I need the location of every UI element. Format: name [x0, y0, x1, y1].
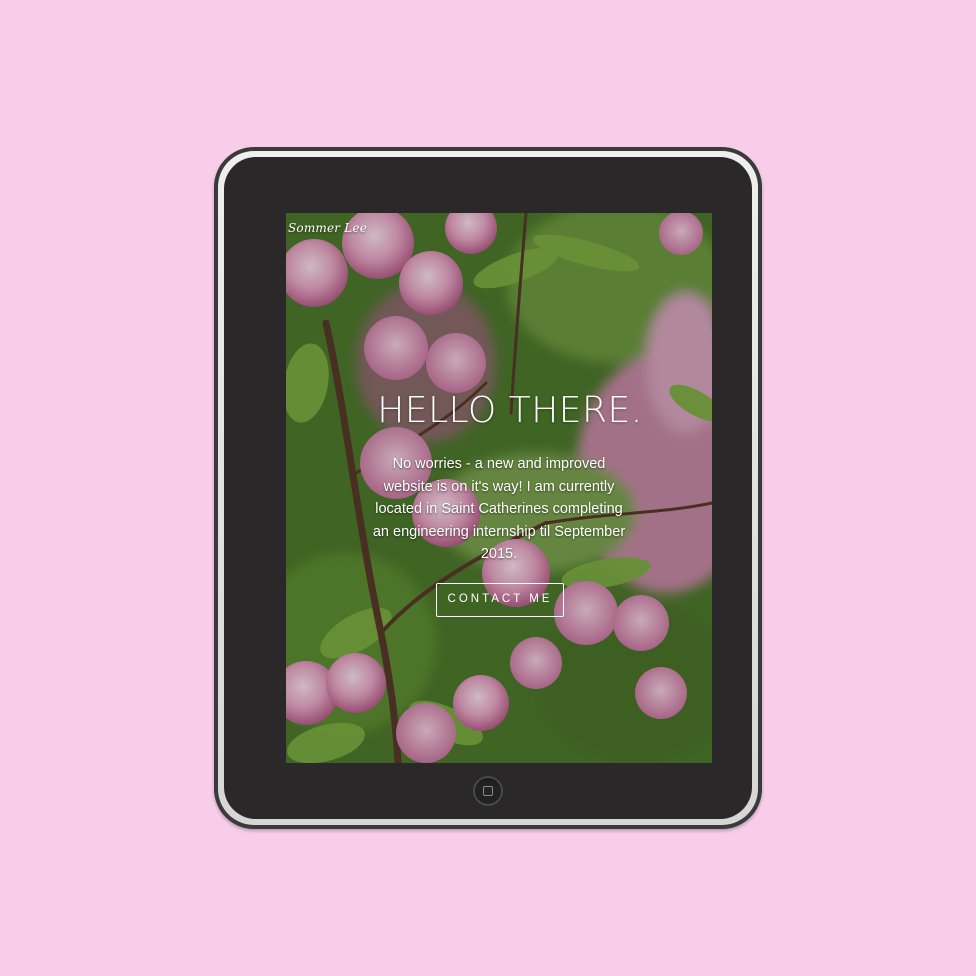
hero-title: HELLO THERE.: [377, 390, 643, 431]
contact-me-button[interactable]: CONTACT ME: [436, 583, 564, 617]
tablet-screen: Sommer Lee HELLO THERE. No worries - a n…: [286, 213, 712, 763]
tablet-home-button[interactable]: [473, 776, 503, 806]
hero-description: No worries - a new and improved website …: [372, 456, 626, 562]
home-square-icon: [482, 785, 493, 796]
page-background: Sommer Lee HELLO THERE. No worries - a n…: [0, 0, 976, 976]
site-brand-logo[interactable]: Sommer Lee: [288, 221, 367, 235]
hero-section: HELLO THERE. No worries - a new and impr…: [286, 391, 712, 566]
